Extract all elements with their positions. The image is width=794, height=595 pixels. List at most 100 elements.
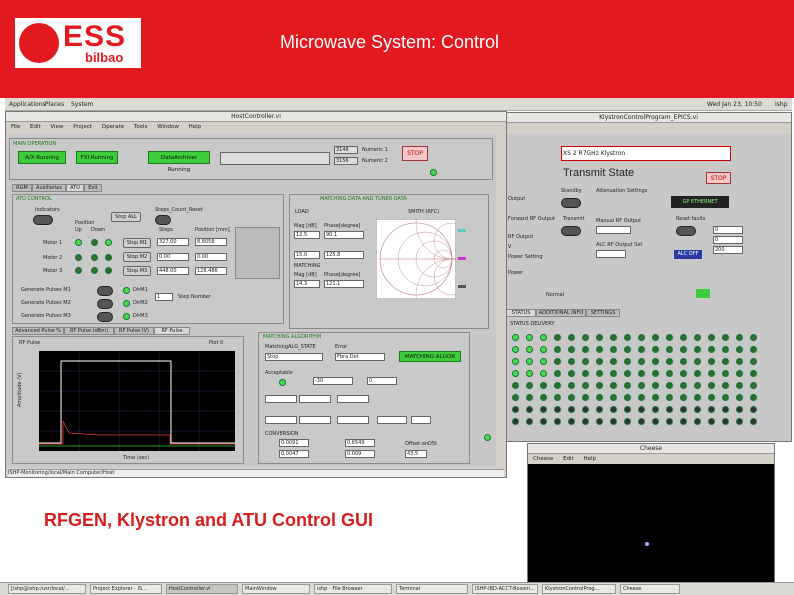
transmit-toggle[interactable] (561, 226, 581, 236)
status-led (624, 334, 631, 341)
gnome-clock[interactable]: Wed Jan 23, 10:50 (707, 101, 762, 108)
phase-label-1: Phase[degree] (324, 223, 361, 229)
tab-rf-pulse-v[interactable]: RF Pulse (V) (114, 327, 154, 335)
status-led (568, 382, 575, 389)
gnome-menu-places[interactable]: Places (45, 101, 64, 108)
klystron-tab-settings[interactable]: SETTINGS (586, 309, 620, 317)
tab-rgm[interactable]: RGM (12, 184, 32, 192)
rf-pulse-plot-title: RF Pulse (19, 340, 41, 346)
indicators-toggle[interactable] (33, 215, 53, 225)
status-led (624, 382, 631, 389)
freq-field[interactable]: 0 (367, 377, 397, 385)
fxi-running-button[interactable]: FXI Running (76, 151, 118, 164)
conv-field-3[interactable]: 0.6549 (345, 439, 375, 447)
taskbar-item-terminal-ishp[interactable]: [ishp@ishp:/usr/local/... (8, 584, 86, 594)
stop-all-button[interactable]: Stop ALL (111, 212, 141, 222)
klystron-tab-additional[interactable]: ADDITIONAL INFO (536, 309, 586, 317)
main-operation-label: MAIN OPERATION (13, 141, 57, 147)
conv-field-1[interactable]: 0.0091 (279, 439, 309, 447)
taskbar-item-ishp-ibd[interactable]: ISHP-IBD-ACCT-Bosom... (472, 584, 538, 594)
taskbar-item-mainwindow[interactable]: MainWindow (242, 584, 310, 594)
axi-running-button[interactable]: A/X Running (18, 151, 66, 164)
left-label-1: Output (508, 196, 526, 202)
status-led (638, 418, 645, 425)
host-menu-tools[interactable]: Tools (134, 124, 148, 130)
alc-button[interactable]: ALC OFF (674, 250, 702, 259)
plot-xlabel: Time (sec) (123, 455, 150, 461)
ethernet-indicator: GP ETHERNET (671, 196, 729, 208)
host-menu-file[interactable]: File (11, 124, 20, 130)
status-led (736, 406, 743, 413)
tab-advanced-pulse[interactable]: Advanced Pulse % (12, 327, 64, 335)
taskbar-item-cheese[interactable]: Cheese (620, 584, 680, 594)
matching-algor-button[interactable]: MATCHING ALGOR (399, 351, 461, 362)
right-val-1: 0 (713, 226, 743, 234)
gnome-user[interactable]: Ishp (775, 101, 788, 108)
status-led (638, 370, 645, 377)
gen-pulses-m2-toggle[interactable] (97, 299, 113, 309)
stop-m3-button[interactable]: Stop M3 (123, 266, 151, 276)
status-led (624, 370, 631, 377)
taskbar-item-file-browser[interactable]: ishp - File Browser (314, 584, 392, 594)
vswr-field[interactable]: -30 (313, 377, 353, 385)
steps-reset-toggle[interactable] (155, 215, 171, 225)
gnome-menu-applications[interactable]: Applications (9, 101, 46, 108)
cheese-menu-cheese[interactable]: Cheese (533, 456, 553, 462)
status-led (582, 358, 589, 365)
taskbar-item-klystron[interactable]: KlystronControlProg... (542, 584, 616, 594)
status-led (680, 334, 687, 341)
taskbar-item-project-explorer[interactable]: Project Explorer - IS... (90, 584, 162, 594)
match-mag: 14.3 (294, 280, 320, 288)
gen-pulses-m1-toggle[interactable] (97, 286, 113, 296)
status-led (568, 406, 575, 413)
tab-auxiliaries[interactable]: Auxiliaries (32, 184, 66, 192)
host-stop-button[interactable]: STOP (402, 146, 428, 161)
motor3-status-led (105, 267, 112, 274)
reset-faults-toggle[interactable] (676, 226, 696, 236)
status-led (568, 370, 575, 377)
step-number-field[interactable]: 1 (155, 293, 173, 301)
tab-rf-pulse[interactable]: RF Pulse (154, 327, 190, 335)
tab-exit[interactable]: Exit (84, 184, 102, 192)
cheese-menu-edit[interactable]: Edit (563, 456, 574, 462)
host-menu-help[interactable]: Help (189, 124, 202, 130)
host-menu-window[interactable]: Window (157, 124, 179, 130)
status-led (694, 418, 701, 425)
steps-label: Steps (159, 227, 173, 233)
absorbed-pct-field (377, 416, 407, 424)
stop-m2-button[interactable]: Stop M2 (123, 252, 151, 262)
data-archiver-button[interactable]: DataArchiver Running (148, 151, 210, 173)
host-menu-project[interactable]: Project (73, 124, 92, 130)
gnome-menu-system[interactable]: System (71, 101, 93, 108)
status-led (554, 370, 561, 377)
status-led (652, 418, 659, 425)
conv-field-2[interactable]: 0.0047 (279, 450, 309, 458)
host-menu-view[interactable]: View (50, 124, 63, 130)
taskbar-item-hostcontroller[interactable]: HostController.vi (166, 584, 238, 594)
conv-field-4[interactable]: 0.009 (345, 450, 375, 458)
fwd-field (265, 395, 297, 403)
standby-toggle[interactable] (561, 198, 581, 208)
left-label-2: Forward RF Output (508, 216, 556, 222)
status-led (680, 406, 687, 413)
offset-field[interactable]: 43.5 (405, 450, 427, 458)
klystron-stop-button[interactable]: STOP (706, 172, 731, 184)
cheese-menu-help[interactable]: Help (584, 456, 597, 462)
tab-rf-pulse-dbm[interactable]: RF Pulse (dBm) (64, 327, 114, 335)
fwd-field-2 (265, 416, 297, 424)
klystron-tab-status[interactable]: STATUS (506, 309, 536, 317)
gen-pulses-m3-toggle[interactable] (97, 312, 113, 322)
status-led (582, 334, 589, 341)
status-led (526, 382, 533, 389)
mag-label-2: Mag [dB] (294, 272, 317, 278)
host-menu-edit[interactable]: Edit (30, 124, 41, 130)
stop-m1-button[interactable]: Stop M1 (123, 238, 151, 248)
taskbar-item-terminal[interactable]: Terminal (396, 584, 468, 594)
host-menu-operate[interactable]: Operate (102, 124, 124, 130)
tab-atu[interactable]: ATU (66, 184, 84, 192)
alc-field[interactable] (596, 250, 626, 258)
manual-rf-field[interactable] (596, 226, 631, 234)
status-led (750, 382, 757, 389)
host-controller-window: HostController.vi File Edit View Project… (5, 111, 507, 478)
down-label: Down (91, 227, 106, 233)
